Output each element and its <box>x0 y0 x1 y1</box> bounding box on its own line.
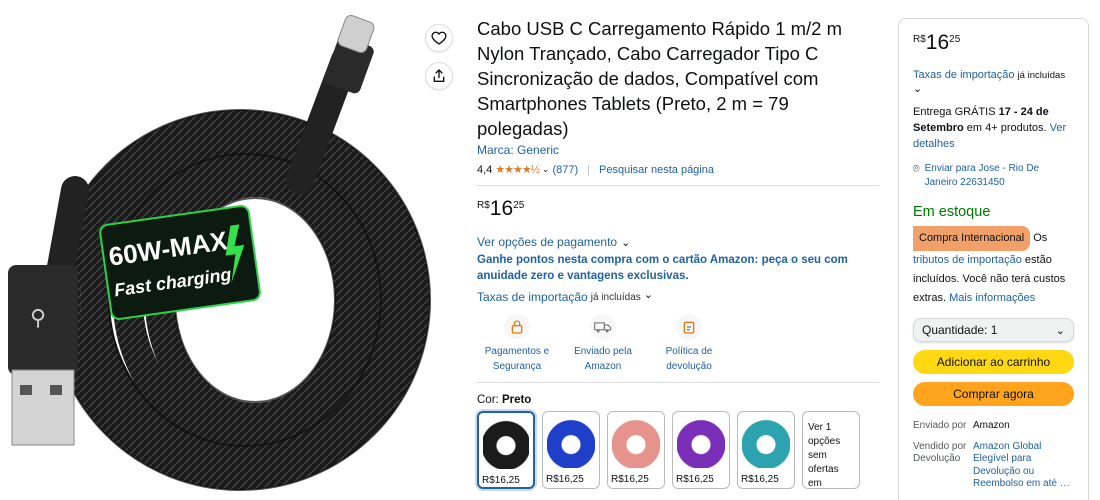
price-whole: 16 <box>925 31 950 54</box>
wishlist-button[interactable] <box>425 24 453 52</box>
more-info-link[interactable]: Mais informações <box>949 292 1035 304</box>
color-swatches: R$16,25 R$16,25 R$16,25 R$16,25 R$16,25 … <box>477 411 879 489</box>
share-icon <box>433 69 445 82</box>
delivery-suffix: em 4+ produtos. <box>963 122 1050 134</box>
swatch-image <box>677 416 725 468</box>
card-promo-link[interactable]: Ganhe pontos nesta compra com o cartão A… <box>477 252 879 284</box>
swatch-image <box>547 416 595 468</box>
svg-text:⚲: ⚲ <box>30 306 46 331</box>
heart-icon <box>431 31 447 45</box>
quantity-select[interactable]: Quantidade: 1 ⌄ <box>913 318 1074 342</box>
international-badge: Compra Internacional <box>913 226 1031 251</box>
chevron-down-icon: ⌄ <box>1055 324 1065 337</box>
color-value: Preto <box>501 394 532 406</box>
feature-shipped-by-amazon[interactable]: Enviado pela Amazon <box>567 314 639 374</box>
shipped-by-label: Enviado por <box>913 420 967 431</box>
chevron-down-icon: ⌄ <box>621 236 631 249</box>
product-details: Cabo USB C Carregamento Rápido 1 m/2 m N… <box>477 16 879 489</box>
product-image[interactable]: ⚲ 60W-MAX Fast charging <box>0 0 460 500</box>
lock-icon <box>504 314 530 340</box>
sold-by-link[interactable]: Amazon Global Elegível para Devolução ou… <box>973 441 1074 491</box>
payment-options-link[interactable]: Ver opções de pagamento ⌄ <box>477 235 879 249</box>
swatch-image <box>483 417 529 469</box>
feature-payment-security[interactable]: Pagamentos e Segurança <box>481 314 553 374</box>
swatch-blue[interactable]: R$16,25 <box>542 411 600 489</box>
import-tax-row: Taxas de importação já incluídas ⌄ <box>477 288 879 305</box>
buybox-import-tax: Taxas de importação já incluídas ⌄ <box>913 67 1074 95</box>
chevron-down-icon[interactable]: ⌄ <box>913 84 1074 95</box>
shipped-by-value: Amazon <box>973 420 1010 431</box>
shipped-by-row: Enviado por Amazon <box>913 420 1074 433</box>
divider <box>477 382 879 383</box>
color-label: Cor: <box>477 394 499 406</box>
swatch-price: R$16,25 <box>482 475 520 486</box>
feature-label: Pagamentos e Segurança <box>484 346 550 372</box>
buybox-price: R$ 16 25 <box>913 31 1074 55</box>
buy-now-button[interactable]: Comprar agora <box>913 382 1074 406</box>
swatch-price: R$16,25 <box>741 474 779 485</box>
return-icon <box>676 314 702 340</box>
buy-box: R$ 16 25 Taxas de importação já incluída… <box>898 18 1089 500</box>
sold-by-row: Vendido por Devolução Amazon Global Elegí… <box>913 441 1074 491</box>
import-tax-note: já incluídas <box>590 291 641 303</box>
sold-by-label: Vendido por Devolução <box>913 441 973 491</box>
payment-options-label: Ver opções de pagamento <box>477 235 618 249</box>
brand-link[interactable]: Marca: Generic <box>477 143 879 157</box>
star-rating-icon[interactable]: ★★★★½ <box>495 163 540 176</box>
price: R$ 16 25 <box>477 197 879 221</box>
swatch-purple[interactable]: R$16,25 <box>672 411 730 489</box>
intl-text: Os <box>1033 232 1048 244</box>
price-whole: 16 <box>489 197 514 220</box>
chevron-down-icon[interactable]: ⌄ <box>542 164 550 175</box>
search-page-link[interactable]: Pesquisar nesta página <box>599 164 714 176</box>
ship-to-row[interactable]: ⌾ Enviar para Jose - Rio De Janeiro 2263… <box>913 162 1074 190</box>
swatch-black[interactable]: R$16,25 <box>477 411 535 489</box>
truck-icon <box>590 314 616 340</box>
delivery-prefix: Entrega GRÁTIS <box>913 106 999 118</box>
rating-value: 4,4 <box>477 163 493 176</box>
feature-icons: Pagamentos e Segurança Enviado pela Amaz… <box>477 314 879 374</box>
swatch-price: R$16,25 <box>676 474 714 485</box>
price-fraction: 25 <box>513 200 525 211</box>
swatch-teal[interactable]: R$16,25 <box>737 411 795 489</box>
import-tributes-link[interactable]: tributos de importação <box>913 254 1022 266</box>
feature-label: Política de devolução <box>665 346 713 372</box>
delivery-info: Entrega GRÁTIS 17 - 24 de Setembro em 4+… <box>913 104 1074 152</box>
color-label-row: Cor: Preto <box>477 394 879 406</box>
rating-row: 4,4 ★★★★½ ⌄ (877) | Pesquisar nesta pági… <box>477 163 879 177</box>
location-pin-icon: ⌾ <box>913 163 920 175</box>
divider: | <box>587 163 591 176</box>
ship-to-link: Enviar para Jose - Rio De Janeiro 226314… <box>924 163 1040 188</box>
swatch-pink[interactable]: R$16,25 <box>607 411 665 489</box>
import-tax-link[interactable]: Taxas de importação <box>913 69 1015 81</box>
price-currency: R$ <box>477 200 490 211</box>
swatch-image <box>742 416 790 468</box>
image-side-actions <box>425 24 455 100</box>
seller-info: Enviado por Amazon Vendido por Devolução … <box>913 420 1074 491</box>
rating-count-link[interactable]: (877) <box>552 164 578 176</box>
swatch-image <box>612 416 660 468</box>
import-tax-link[interactable]: Taxas de importação <box>477 290 588 304</box>
stock-status: Em estoque <box>913 204 991 220</box>
more-options-swatch[interactable]: Ver 1 opções sem ofertas em destaque <box>802 411 860 489</box>
swatch-price: R$16,25 <box>611 474 649 485</box>
international-purchase: Compra Internacional Os tributos de impo… <box>913 226 1074 308</box>
divider <box>477 185 879 186</box>
price-currency: R$ <box>913 34 926 45</box>
quantity-label: Quantidade: <box>922 323 988 337</box>
price-fraction: 25 <box>949 34 961 45</box>
product-image-area: ⚲ 60W-MAX Fast charging <box>0 0 460 500</box>
feature-return-policy[interactable]: Política de devolução <box>653 314 725 374</box>
swatch-price: R$16,25 <box>546 474 584 485</box>
quantity-value: 1 <box>990 323 998 337</box>
chevron-down-icon[interactable]: ⌄ <box>644 288 653 301</box>
add-to-cart-button[interactable]: Adicionar ao carrinho <box>913 350 1074 374</box>
import-tax-note: já incluídas <box>1017 70 1066 81</box>
feature-label: Enviado pela Amazon <box>574 346 632 372</box>
product-title: Cabo USB C Carregamento Rápido 1 m/2 m N… <box>477 18 843 139</box>
sold-by-label-text: Vendido por <box>913 440 967 452</box>
share-button[interactable] <box>425 62 453 90</box>
returns-label: Devolução <box>913 453 961 464</box>
